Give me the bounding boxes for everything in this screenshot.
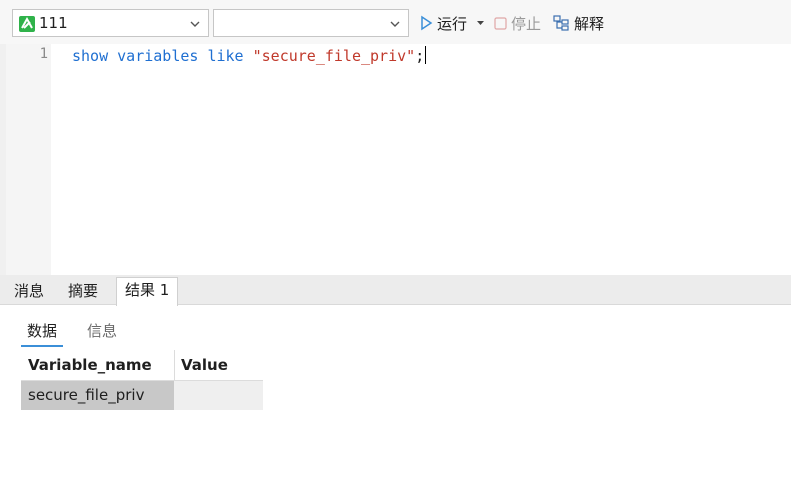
play-icon [421,15,433,31]
sql-editor[interactable]: 1 show variables like "secure_file_priv"… [0,44,791,275]
toolbar: 111 运行 停止 解释 [0,0,791,44]
line-gutter: 1 [0,44,51,275]
database-select[interactable] [213,9,409,37]
connection-name: 111 [39,14,68,32]
code-keyword-like: like [207,47,244,65]
stop-button[interactable]: 停止 [494,13,541,33]
table-row[interactable]: secure_file_priv [21,381,263,410]
column-header-value[interactable]: Value [181,356,228,374]
chevron-down-icon [190,21,200,27]
explain-label: 解释 [574,14,605,33]
grid-header: Variable_name Value [21,350,263,381]
code-keyword-show: show [72,47,109,65]
explain-icon [553,15,569,31]
code-terminator: ; [415,47,425,65]
text-caret [425,46,427,64]
line-number: 1 [39,46,48,62]
subtab-data[interactable]: 数据 [20,320,64,347]
run-button[interactable]: 运行 [420,13,467,33]
code-line[interactable]: show variables like "secure_file_priv"; [72,46,427,65]
result-sub-tabs: 数据 信息 [0,306,791,350]
tab-summary[interactable]: 摘要 [60,279,106,305]
tab-result-1[interactable]: 结果 1 [116,277,179,306]
run-label: 运行 [437,14,468,33]
stop-icon [494,16,507,30]
cell-value[interactable] [175,381,263,410]
subtab-info[interactable]: 信息 [87,320,117,341]
connection-select[interactable]: 111 [12,9,209,37]
db-connection-icon [19,16,35,32]
stop-label: 停止 [511,14,542,33]
column-divider[interactable] [174,350,175,381]
run-dropdown-icon[interactable] [476,19,485,27]
tab-messages[interactable]: 消息 [6,279,52,305]
chevron-down-icon [390,21,400,27]
code-keyword-variables: variables [117,47,199,65]
cell-variable-name[interactable]: secure_file_priv [21,381,174,410]
code-string: "secure_file_priv" [252,47,416,65]
explain-button[interactable]: 解释 [553,13,604,33]
column-header-variable-name[interactable]: Variable_name [28,356,152,374]
result-tab-bar: 消息 摘要 结果 1 [0,275,791,306]
